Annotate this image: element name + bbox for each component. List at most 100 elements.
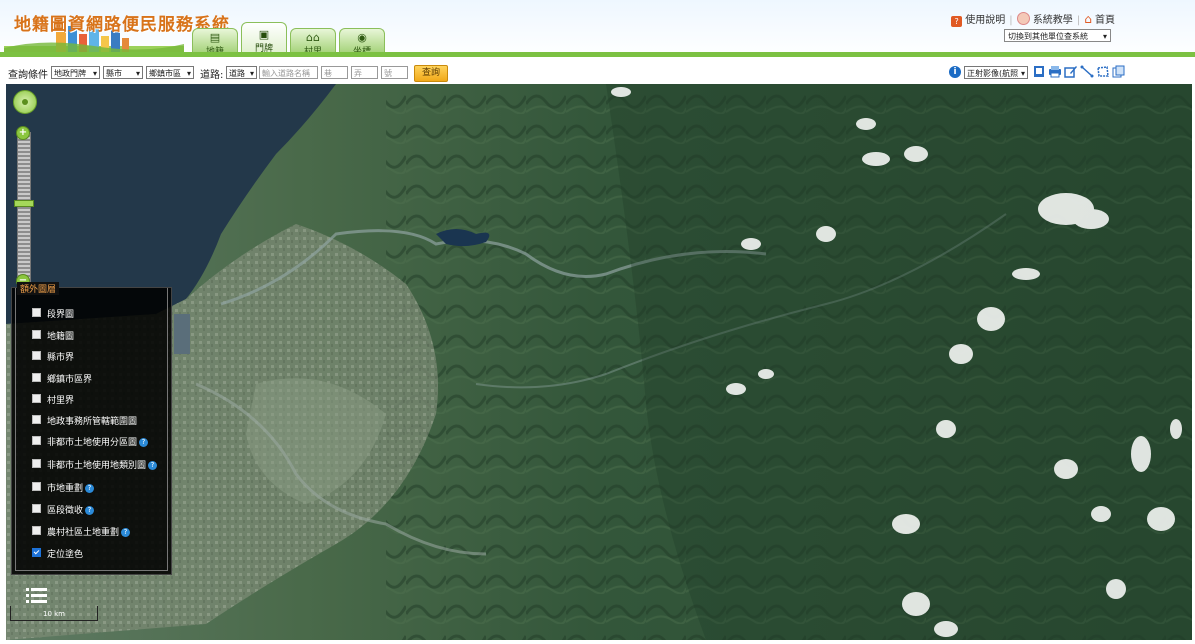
zoom-slider-handle[interactable] [14,200,34,207]
info-icon[interactable]: i [949,66,961,78]
measure-distance-icon[interactable] [1080,65,1094,78]
tab-door-plate[interactable]: ▣ 門牌 [241,22,287,55]
query-button[interactable]: 查詢 [414,65,448,82]
layer-checkbox[interactable] [32,330,41,339]
layer-item[interactable]: 非都市土地使用分區圖? [32,435,149,448]
door-plate-icon: ▣ [258,28,270,41]
help-icon[interactable]: ? [139,438,149,447]
layer-label: 區段徵收 [47,506,84,516]
chevron-down-icon: ▾ [1102,32,1107,41]
chevron-down-icon: ▾ [1020,67,1025,78]
manual-link-label: 使用說明 [965,15,1006,26]
layer-label: 鄉鎮市區界 [47,375,93,385]
home-link-label: 首頁 [1095,15,1115,26]
help-icon[interactable]: ? [85,484,95,493]
layer-checkbox[interactable] [32,548,41,557]
satellite-imagery [6,84,1192,640]
teaching-link[interactable]: 系統教學 [1016,12,1073,26]
switch-system-value: 切換到其他單位查系統 [1008,32,1088,41]
pan-control[interactable] [13,90,37,114]
road-name-input[interactable]: 輸入道路名稱 [259,66,318,79]
number-input[interactable]: 號 [381,66,408,79]
county-value: 縣市 [106,69,122,78]
layer-label: 農村社區土地重劃 [47,528,120,538]
layer-checkbox[interactable] [32,504,41,513]
copy-icon[interactable] [1112,65,1126,78]
layer-label: 非都市土地使用分區圖 [47,438,138,448]
tab-village[interactable]: ⌂⌂ 村里 [290,28,336,57]
map-icon: ▤ [209,31,221,44]
layer-item[interactable]: 區段徵收? [32,503,95,516]
layer-item[interactable]: 農村社區土地重劃? [32,525,131,538]
manual-link[interactable]: ? 使用說明 [951,15,1006,27]
layer-checkbox[interactable] [32,308,41,317]
home-icon: ⌂ [1084,12,1092,26]
tab-coordinate[interactable]: ◉ 坐標 [339,28,385,57]
chevron-down-icon: ▾ [186,67,191,78]
tab-land[interactable]: ▤ 地籍 [192,28,238,57]
layer-label: 定位塗色 [47,550,84,560]
road-select[interactable]: 道路 ▾ [226,66,257,79]
home-link[interactable]: ⌂ 首頁 [1084,12,1115,26]
lane-input[interactable]: 巷 [321,66,348,79]
layer-item[interactable]: 定位塗色 [32,547,83,560]
query-type-select[interactable]: 地政門牌 ▾ [51,66,100,79]
road-label: 道路: [200,70,224,81]
layer-label: 地政事務所管轄範圍圖 [47,417,138,427]
layer-checkbox[interactable] [32,415,41,424]
town-select[interactable]: 鄉鎮市區 ▾ [146,66,194,79]
help-icon[interactable]: ? [121,528,131,537]
layer-checkbox[interactable] [32,436,41,445]
globe-icon: ◉ [357,31,367,44]
layer-checkbox[interactable] [32,351,41,360]
app-header: 地籍圖資網路便民服務系統 ▤ 地籍 ▣ 門牌 ⌂⌂ 村里 ◉ 坐標 ? 使用說明… [0,0,1195,58]
help-icon[interactable]: ? [85,506,95,515]
layers-panel-title: 額外圖層 [17,282,60,295]
alley-input[interactable]: 弄 [351,66,378,79]
scale-bar: 10 km [10,606,98,621]
layer-checkbox[interactable] [32,526,41,535]
top-links: ? 使用說明 | 系統教學 | ⌂ 首頁 [951,11,1115,27]
layer-item[interactable]: 地政事務所管轄範圍圖 [32,414,137,427]
layer-item[interactable]: 市地重劃? [32,481,95,494]
query-toolbar: 查詢條件 地政門牌 ▾ 縣市 ▾ 鄉鎮市區 ▾ 道路: 道路 ▾ 輸入道路名稱 巷 弄 … [0,63,1195,83]
pan-center-icon [22,99,28,105]
bookmark-icon[interactable] [1032,65,1046,78]
query-type-value: 地政門牌 [54,69,86,78]
layer-label: 市地重劃 [47,484,84,494]
layer-item[interactable]: 縣市界 [32,350,74,363]
town-value: 鄉鎮市區 [149,69,181,78]
basemap-select[interactable]: 正射影像(航照 ▾ [964,66,1028,79]
extra-layers-panel: 額外圖層 段界圖 地籍圖 縣市界 鄉鎮市區界 村里界 地政事務所管轄範圍圖 非都市土地使用分… [11,282,172,575]
layer-item[interactable]: 段界圖 [32,307,74,320]
layer-label: 村里界 [47,396,75,406]
layer-checkbox[interactable] [32,482,41,491]
teaching-link-label: 系統教學 [1032,15,1073,26]
layer-checkbox[interactable] [32,373,41,382]
zoom-in-button[interactable]: + [16,126,30,140]
chevron-down-icon: ▾ [92,67,97,78]
layer-label: 縣市界 [47,353,75,363]
county-select[interactable]: 縣市 ▾ [103,66,143,79]
help-icon[interactable]: ? [148,461,158,470]
measure-area-icon[interactable] [1096,65,1110,78]
layer-item[interactable]: 非都市土地使用地類別圖? [32,458,158,471]
print-icon[interactable] [1047,65,1063,78]
layer-label: 非都市土地使用地類別圖 [47,461,147,471]
zoom-slider-track[interactable] [17,132,31,284]
edit-icon[interactable] [1064,65,1078,78]
layer-checkbox[interactable] [32,394,41,403]
layer-checkbox[interactable] [32,459,41,468]
layer-item[interactable]: 鄉鎮市區界 [32,372,92,385]
layer-label: 段界圖 [47,310,75,320]
teaching-icon [1016,12,1030,25]
layer-label: 地籍圖 [47,332,75,342]
chevron-down-icon: ▾ [135,67,140,78]
layer-item[interactable]: 村里界 [32,393,74,406]
village-icon: ⌂⌂ [306,31,320,44]
switch-system-select[interactable]: 切換到其他單位查系統 ▾ [1004,29,1111,42]
map-view[interactable]: + − 額外圖層 段界圖 地籍圖 縣市界 鄉鎮市區界 村里界 地政事務所管轄範圍圖 非都市土… [6,84,1192,640]
layer-list-toggle-button[interactable] [26,584,48,606]
layer-item[interactable]: 地籍圖 [32,329,74,342]
road-select-value: 道路 [229,69,245,78]
